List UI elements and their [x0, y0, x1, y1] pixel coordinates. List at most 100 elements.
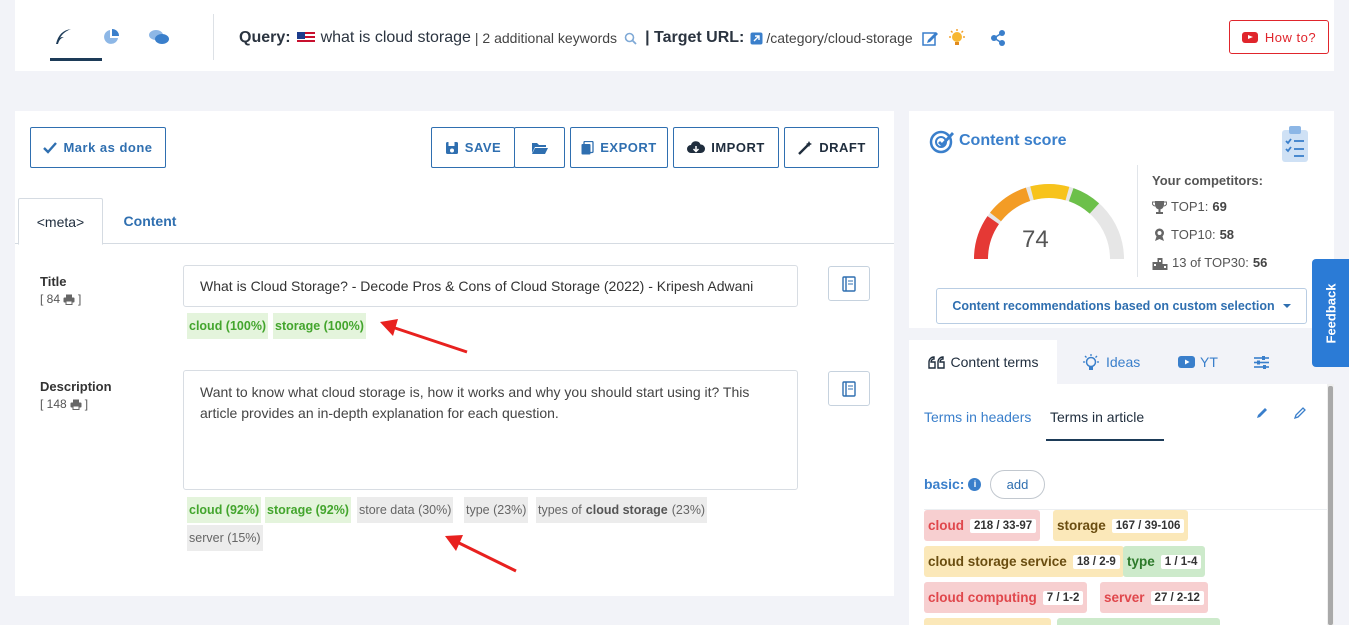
- competitor-top1: TOP1: 69: [1152, 199, 1227, 214]
- book-icon: [842, 275, 856, 292]
- tab-terms-in-article[interactable]: Terms in article: [1050, 409, 1144, 425]
- save-button[interactable]: SAVE: [431, 127, 515, 168]
- quote-icon: [927, 355, 945, 369]
- title-book-button[interactable]: [828, 266, 870, 301]
- marker-icon[interactable]: [1255, 406, 1269, 420]
- us-flag-icon: [296, 32, 315, 44]
- content-score-title: Content score: [959, 132, 1067, 149]
- info-icon[interactable]: i: [968, 477, 982, 491]
- query-text: what is cloud storage: [320, 29, 471, 46]
- term-name: cloud: [928, 518, 964, 533]
- term-chip[interactable]: cloud storage service 18 / 2-9: [924, 546, 1124, 577]
- term-chip[interactable]: server 27 / 2-12: [1100, 582, 1208, 613]
- search-icon[interactable]: [624, 32, 637, 45]
- keyword-chip: type (23%): [464, 497, 529, 523]
- draft-button[interactable]: DRAFT: [784, 127, 879, 168]
- content-score-value: 74: [1022, 226, 1049, 253]
- divider: [213, 14, 214, 60]
- external-link-icon[interactable]: [750, 32, 763, 45]
- target-url-label: | Target URL:: [645, 29, 745, 46]
- keyword-chip: storage (92%): [265, 497, 351, 523]
- description-book-button[interactable]: [828, 371, 870, 406]
- term-chip[interactable]: cloud computing 7 / 1-2: [924, 582, 1088, 613]
- additional-keywords[interactable]: | 2 additional keywords: [475, 30, 617, 46]
- description-count-end: ]: [84, 397, 89, 411]
- content-score-panel: Content score 74 Your competitors: TOP1:…: [909, 111, 1334, 328]
- floppy-disk-icon: [445, 141, 458, 154]
- lightbulb-icon: [1083, 353, 1099, 370]
- feedback-tab[interactable]: Feedback: [1312, 259, 1349, 367]
- tab-yt[interactable]: YT: [1178, 340, 1218, 384]
- lightbulb-icon[interactable]: [946, 29, 968, 47]
- sliders-icon: [1254, 355, 1269, 369]
- folder-icon: [531, 142, 548, 154]
- keyword-chip: types of cloud storage (23%): [536, 497, 708, 523]
- tab-terms-in-headers[interactable]: Terms in headers: [924, 409, 1031, 425]
- yt-label: YT: [1200, 354, 1218, 370]
- tab-content-terms[interactable]: Content terms: [909, 340, 1057, 384]
- term-chip[interactable]: storage 167 / 39-106: [1053, 510, 1189, 541]
- description-label: Description: [40, 379, 112, 394]
- description-count-value: [ 148: [40, 397, 67, 411]
- query-line: Query: what is cloud storage | 2 additio…: [239, 28, 1006, 48]
- target-url[interactable]: /category/cloud-storage: [766, 30, 912, 46]
- chevron-down-icon: [1282, 304, 1291, 308]
- youtube-icon: [1241, 31, 1258, 43]
- term-chip[interactable]: type 1 / 1-4: [1123, 546, 1206, 577]
- top30-label: 13 of TOP30:: [1172, 255, 1249, 270]
- competitor-top30: 13 of TOP30: 56: [1152, 255, 1267, 270]
- scrollbar-thumb[interactable]: [1328, 386, 1333, 625]
- pie-chart-icon[interactable]: [96, 22, 126, 52]
- mark-as-done-button[interactable]: Mark as done: [30, 127, 166, 168]
- title-input[interactable]: What is Cloud Storage? - Decode Pros & C…: [183, 265, 798, 307]
- import-label: IMPORT: [711, 140, 765, 155]
- mark-as-done-label: Mark as done: [63, 140, 153, 155]
- printer-icon: [63, 294, 75, 305]
- how-to-label: How to?: [1264, 29, 1317, 45]
- term-count: 218 / 33-97: [970, 518, 1037, 533]
- draft-label: DRAFT: [819, 140, 866, 155]
- term-name: server: [1104, 590, 1145, 605]
- how-to-button[interactable]: How to?: [1229, 20, 1329, 54]
- tab-settings[interactable]: [1253, 340, 1270, 384]
- share-icon[interactable]: [990, 29, 1006, 47]
- export-label: EXPORT: [600, 140, 657, 155]
- keyword-suffix: (23%): [671, 503, 706, 517]
- printer-icon: [70, 399, 82, 410]
- import-button[interactable]: IMPORT: [673, 127, 779, 168]
- top-bar: Query: what is cloud storage | 2 additio…: [15, 0, 1334, 71]
- book-icon: [842, 380, 856, 397]
- keyword-bold: cloud storage: [585, 503, 668, 517]
- term-chip-partial: [924, 618, 1051, 625]
- term-chip[interactable]: cloud 218 / 33-97: [924, 510, 1041, 541]
- quill-icon[interactable]: [48, 22, 78, 52]
- term-name: cloud storage service: [928, 554, 1067, 569]
- keyword-chip: storage (100%): [273, 313, 366, 339]
- tab-content[interactable]: Content: [110, 198, 190, 244]
- trophy-icon: [1152, 200, 1167, 214]
- add-term-button[interactable]: add: [990, 470, 1045, 499]
- edit-icon[interactable]: [921, 30, 939, 46]
- keyword-chip: cloud (92%): [187, 497, 262, 523]
- tab-meta[interactable]: <meta>: [18, 198, 103, 245]
- term-chip-partial: [1057, 618, 1220, 625]
- term-count: 18 / 2-9: [1072, 554, 1120, 569]
- meta-editor-panel: Mark as done SAVE EXPORT IMPORT DRAFT <m…: [15, 111, 894, 596]
- term-count: 1 / 1-4: [1160, 554, 1202, 569]
- tab-ideas[interactable]: Ideas: [1081, 340, 1140, 384]
- export-button[interactable]: EXPORT: [570, 127, 668, 168]
- basic-terms-label: basic: i: [924, 476, 982, 492]
- terms-panel-tabs: Content terms Ideas YT: [909, 340, 1334, 384]
- open-folder-button[interactable]: [514, 127, 565, 168]
- clipboard-checklist-icon[interactable]: [1281, 125, 1309, 163]
- term-count: 7 / 1-2: [1042, 590, 1084, 605]
- medal-icon: [1155, 228, 1164, 241]
- top10-label: TOP10:: [1171, 227, 1216, 242]
- chat-bubbles-icon[interactable]: [144, 22, 174, 52]
- top1-label: TOP1:: [1171, 199, 1209, 214]
- check-icon: [43, 141, 58, 154]
- editor-tabs: <meta> Content: [15, 198, 894, 245]
- description-textarea[interactable]: Want to know what cloud storage is, how …: [183, 370, 798, 490]
- recommendations-dropdown[interactable]: Content recommendations based on custom …: [936, 288, 1307, 324]
- pen-icon[interactable]: [1293, 406, 1307, 420]
